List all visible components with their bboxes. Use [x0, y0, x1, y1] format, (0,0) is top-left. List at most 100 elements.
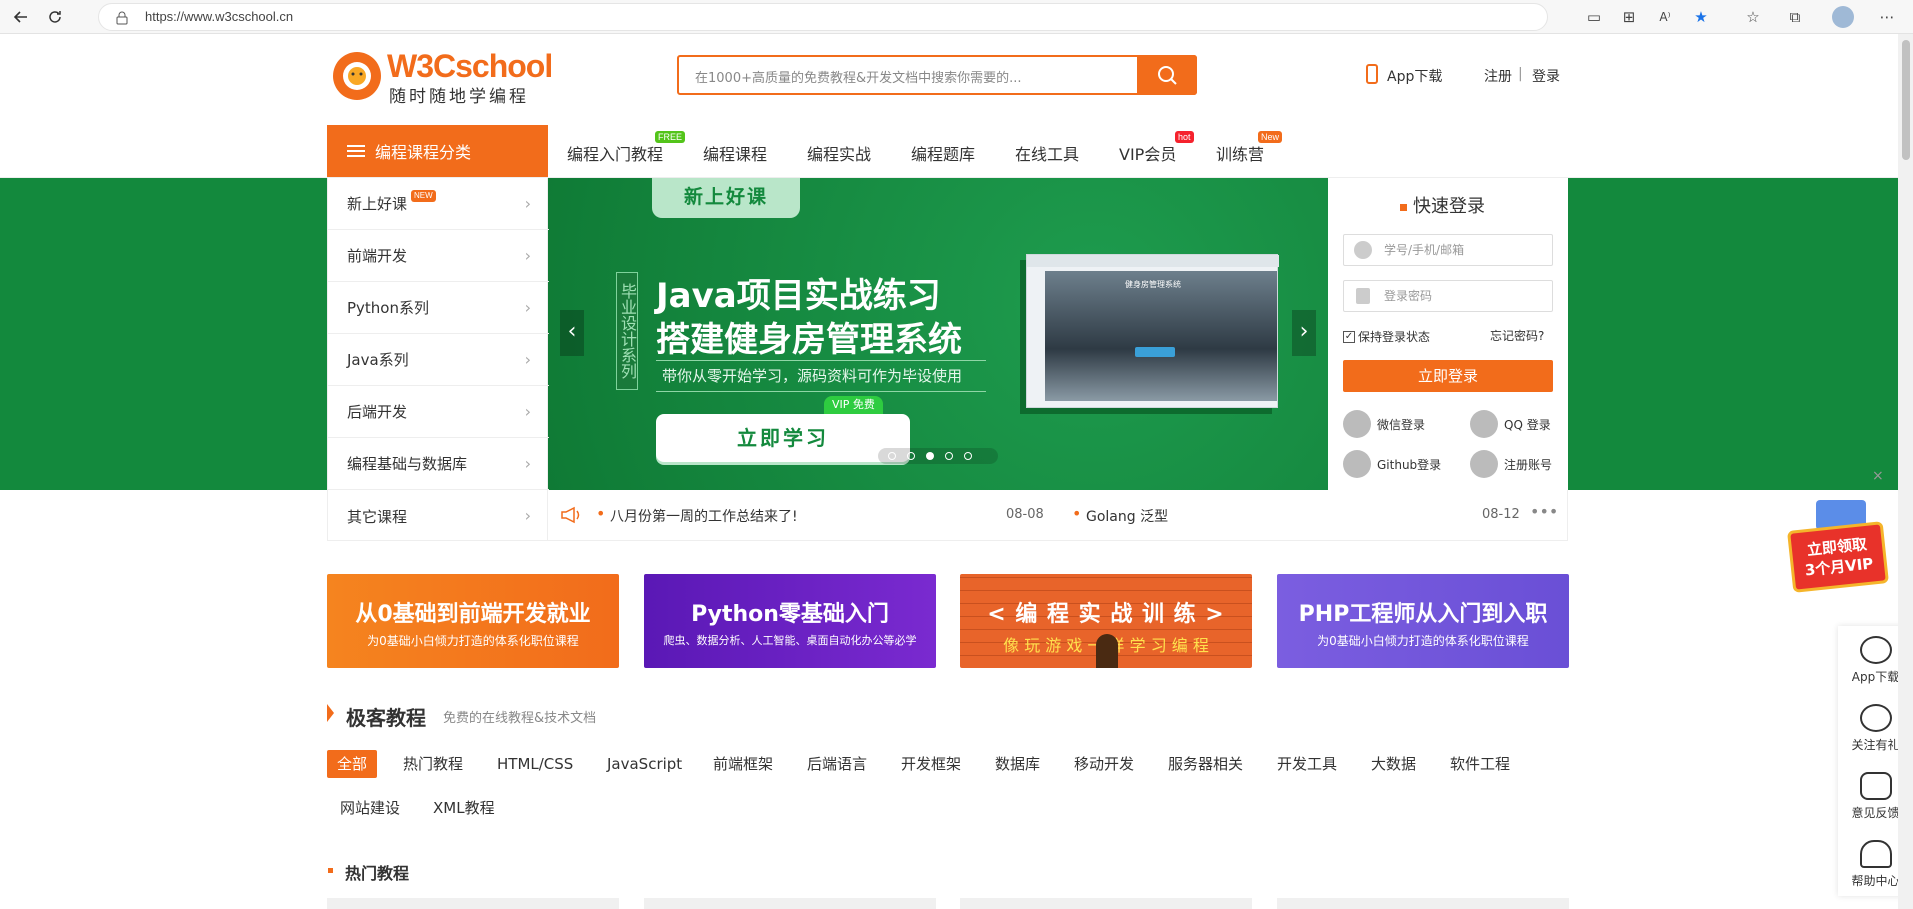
notice-item[interactable]: 八月份第一周的工作总结来了!: [610, 506, 798, 526]
search-input[interactable]: 在1000+高质量的免费教程&开发文档中搜索你需要的...: [695, 67, 1022, 86]
address-bar[interactable]: https://www.w3cschool.cn: [98, 3, 1548, 31]
read-aloud-icon[interactable]: A⁾: [1654, 6, 1676, 28]
sidebar-item-backend[interactable]: 后端开发 ›: [328, 386, 549, 438]
tutorial-card[interactable]: [960, 898, 1252, 909]
register-account-link[interactable]: 注册账号: [1470, 450, 1552, 478]
tag-all[interactable]: 全部: [327, 750, 378, 778]
promo-python[interactable]: Python零基础入门 爬虫、数据分析、人工智能、桌面自动化办公等必学: [644, 574, 936, 668]
nav-item-beginner[interactable]: 编程入门教程: [567, 141, 663, 165]
carousel-dot[interactable]: [945, 452, 953, 460]
notice-item[interactable]: Golang 泛型: [1086, 506, 1168, 526]
favorites-icon[interactable]: ☆: [1742, 6, 1764, 28]
sidebar-item-label: 后端开发: [347, 403, 408, 421]
sidebar-item-other[interactable]: 其它课程 ›: [328, 490, 549, 542]
forgot-password-link[interactable]: 忘记密码?: [1490, 327, 1544, 344]
carousel-dot[interactable]: [964, 452, 972, 460]
site-logo[interactable]: W3Cschool 随时随地学编程: [331, 48, 553, 107]
more-icon[interactable]: ⋯: [1876, 6, 1898, 28]
banner-carousel[interactable]: 新上好课 毕业设计系列 Java项目实战练习 搭建健身房管理系统 带你从零开始学…: [548, 178, 1328, 490]
search-box[interactable]: 在1000+高质量的免费教程&开发文档中搜索你需要的...: [677, 55, 1197, 95]
lock-icon[interactable]: [111, 7, 133, 29]
back-icon[interactable]: [10, 6, 32, 28]
promo-practice[interactable]: < 编 程 实 战 训 练 >像 玩 游 戏 一 样 学 习 编 程: [960, 574, 1252, 668]
tutorial-card[interactable]: [327, 898, 619, 909]
sidebar-item-label: 编程基础与数据库: [347, 455, 468, 473]
github-login-link[interactable]: Github登录: [1343, 450, 1441, 478]
remember-checkbox[interactable]: ✓ 保持登录状态: [1343, 328, 1430, 345]
search-button[interactable]: [1137, 55, 1197, 95]
favorite-star-icon[interactable]: ★: [1690, 6, 1712, 28]
carousel-dot[interactable]: [907, 452, 915, 460]
wechat-login-link[interactable]: 微信登录: [1343, 410, 1425, 438]
sidebar-item-frontend[interactable]: 前端开发 ›: [328, 230, 549, 282]
tag-server[interactable]: 服务器相关: [1158, 750, 1253, 778]
scrollbar-thumb[interactable]: [1902, 40, 1910, 160]
username-field[interactable]: 学号/手机/邮箱: [1343, 234, 1553, 266]
tag-bigdata[interactable]: 大数据: [1361, 750, 1426, 778]
login-submit-button[interactable]: 立即登录: [1343, 360, 1553, 392]
banner-cta-button[interactable]: 立即学习: [656, 414, 910, 462]
profile-avatar[interactable]: [1832, 6, 1854, 28]
banner-tag: 新上好课: [652, 178, 800, 218]
notice-bar: • 八月份第一周的工作总结来了! 08-08 • Golang 泛型 08-12…: [548, 490, 1568, 541]
tag-software-eng[interactable]: 软件工程: [1440, 750, 1520, 778]
browser-toolbar: https://www.w3cschool.cn ▭ ⊞ A⁾ ★ ☆ ⧉ ⋯: [0, 0, 1913, 34]
category-button[interactable]: 编程课程分类: [327, 125, 548, 177]
tag-frontend-framework[interactable]: 前端框架: [703, 750, 783, 778]
wechat-icon: [1343, 410, 1371, 438]
sidebar-item-new[interactable]: 新上好课 NEW ›: [328, 178, 549, 230]
tag-html-css[interactable]: HTML/CSS: [487, 750, 583, 778]
category-sidebar: 新上好课 NEW › 前端开发 › Python系列 › Java系列 › 后端…: [327, 178, 549, 542]
vip-promo-float[interactable]: 立即领取 3个月VIP ×: [1787, 468, 1889, 610]
nav-item-camp[interactable]: 训练营: [1216, 141, 1264, 165]
carousel-dot[interactable]: [888, 452, 896, 460]
close-icon[interactable]: ×: [1872, 468, 1884, 484]
refresh-icon[interactable]: [44, 6, 66, 28]
tag-mobile[interactable]: 移动开发: [1064, 750, 1144, 778]
nav-item-courses[interactable]: 编程课程: [703, 141, 767, 165]
github-icon: [1343, 450, 1371, 478]
phone-icon: [1366, 64, 1378, 84]
sidebar-item-label: Java系列: [347, 351, 409, 369]
reader-view-icon[interactable]: ▭: [1583, 6, 1605, 28]
more-notices-icon[interactable]: •••: [1530, 502, 1558, 521]
qq-login-link[interactable]: QQ 登录: [1470, 410, 1551, 438]
apps-icon[interactable]: ⊞: [1618, 6, 1640, 28]
carousel-next-button[interactable]: ›: [1292, 310, 1316, 356]
tag-dev-tools[interactable]: 开发工具: [1267, 750, 1347, 778]
tag-database[interactable]: 数据库: [985, 750, 1050, 778]
tutorial-card[interactable]: [1277, 898, 1569, 909]
register-link[interactable]: 注册: [1484, 66, 1512, 86]
collections-icon[interactable]: ⧉: [1784, 6, 1806, 28]
nav-item-tools[interactable]: 在线工具: [1015, 141, 1079, 165]
nav-item-practice[interactable]: 编程实战: [807, 141, 871, 165]
promo-php[interactable]: PHP工程师从入门到入职 为0基础小白倾力打造的体系化职位课程: [1277, 574, 1569, 668]
tutorial-card[interactable]: [644, 898, 936, 909]
hot-badge: hot: [1175, 131, 1194, 143]
vip-promo-label: 立即领取 3个月VIP: [1787, 521, 1889, 593]
carousel-dot-active[interactable]: [926, 452, 934, 460]
section-arrow-icon: [327, 704, 334, 722]
sidebar-item-basics-db[interactable]: 编程基础与数据库 ›: [328, 438, 549, 490]
tag-backend-language[interactable]: 后端语言: [797, 750, 877, 778]
tag-hot[interactable]: 热门教程: [393, 750, 473, 778]
banner-title-1: Java项目实战练习: [656, 276, 941, 316]
nav-item-questions[interactable]: 编程题库: [911, 141, 975, 165]
nav-item-vip[interactable]: VIP会员: [1119, 141, 1176, 165]
promo-frontend[interactable]: 从0基础到前端开发就业 为0基础小白倾力打造的体系化职位课程: [327, 574, 619, 668]
tag-javascript[interactable]: JavaScript: [597, 750, 692, 778]
tag-website[interactable]: 网站建设: [330, 794, 410, 822]
hot-bullet-icon: [328, 868, 333, 873]
sidebar-item-java[interactable]: Java系列 ›: [328, 334, 549, 386]
tag-xml[interactable]: XML教程: [423, 794, 505, 822]
sidebar-item-python[interactable]: Python系列 ›: [328, 282, 549, 334]
section-subtitle: 免费的在线教程&技术文档: [443, 711, 597, 726]
login-link[interactable]: 登录: [1532, 66, 1560, 86]
app-download-link[interactable]: App下载: [1387, 66, 1442, 86]
chevron-right-icon: ›: [524, 194, 531, 213]
tag-dev-framework[interactable]: 开发框架: [891, 750, 971, 778]
category-button-label: 编程课程分类: [375, 143, 472, 162]
page-scrollbar[interactable]: [1898, 34, 1913, 909]
carousel-prev-button[interactable]: ‹: [560, 310, 584, 356]
password-field[interactable]: 登录密码: [1343, 280, 1553, 312]
